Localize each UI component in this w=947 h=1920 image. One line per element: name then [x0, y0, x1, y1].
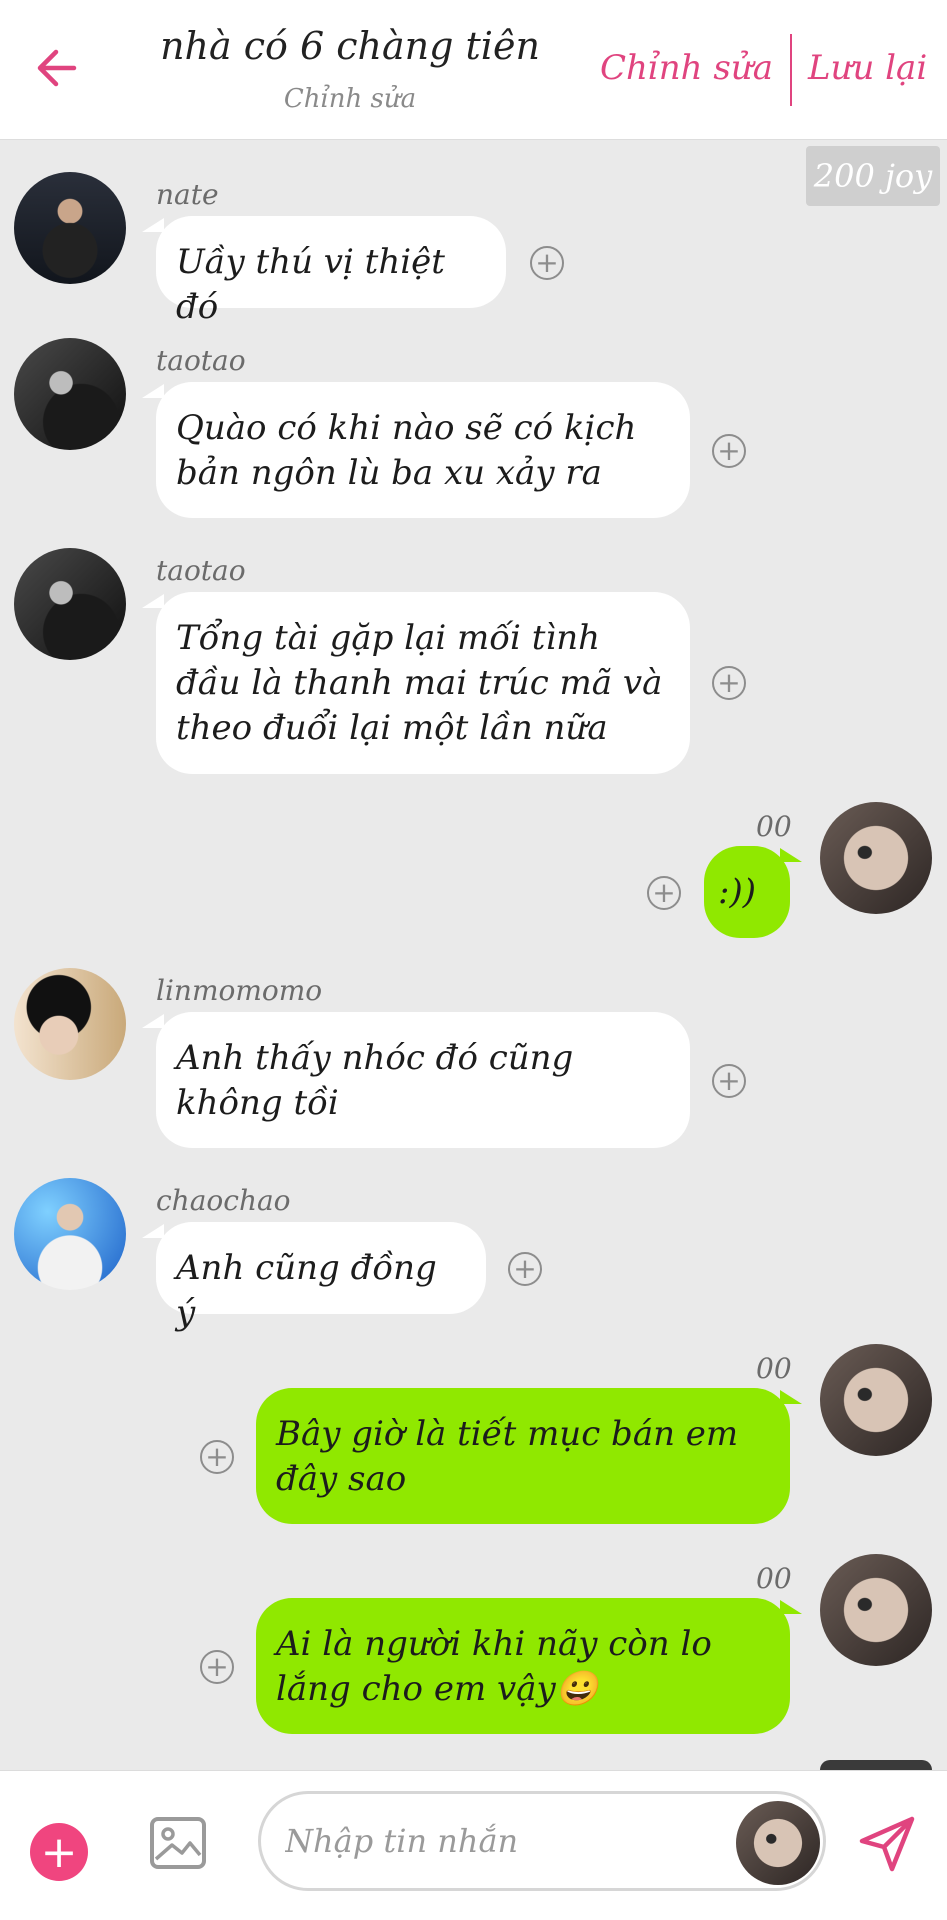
save-button[interactable]: Lưu lại: [808, 48, 927, 88]
joy-badge: 200 joy: [806, 146, 940, 206]
message-bubble[interactable]: Tổng tài gặp lại mối tình đầu là thanh m…: [156, 592, 690, 774]
sender-name: taotao: [156, 344, 246, 377]
chat-header: nhà có 6 chàng tiên Chỉnh sửa Chỉnh sửa …: [0, 0, 947, 140]
add-attachment-button[interactable]: +: [30, 1823, 88, 1881]
avatar-linmomomo[interactable]: [14, 968, 126, 1080]
add-reaction-button[interactable]: +: [712, 1064, 746, 1098]
avatar-self[interactable]: [820, 1344, 932, 1456]
image-button[interactable]: [148, 1813, 208, 1873]
chat-subtitle: Chỉnh sửa: [283, 84, 417, 114]
send-button[interactable]: [856, 1813, 918, 1875]
sender-name: chaochao: [156, 1184, 291, 1217]
image-icon: [150, 1817, 206, 1869]
add-reaction-button[interactable]: +: [712, 434, 746, 468]
message-bubble[interactable]: Ai là người khi nãy còn lo lắng cho em v…: [256, 1598, 790, 1734]
message-bubble[interactable]: :)): [704, 846, 790, 938]
message-bubble[interactable]: Anh thấy nhóc đó cũng không tồi: [156, 1012, 690, 1148]
avatar-self[interactable]: [820, 802, 932, 914]
sender-name: nate: [156, 178, 219, 211]
message-bubble[interactable]: Anh cũng đồng ý: [156, 1222, 486, 1333]
sender-name: taotao: [156, 554, 246, 587]
message-bubble[interactable]: Uầy thú vị thiệt đó: [156, 216, 506, 327]
avatar-self[interactable]: [820, 1554, 932, 1666]
sender-name: linmomomo: [156, 974, 323, 1007]
sender-name: 00: [756, 1352, 792, 1385]
header-divider: [790, 34, 792, 106]
bubble-tail: [780, 1600, 802, 1614]
add-circle-icon: +: [40, 1826, 78, 1878]
sender-name: 00: [756, 810, 792, 843]
avatar-self: [820, 1760, 932, 1770]
message-bubble[interactable]: Quào có khi nào sẽ có kịch bản ngôn lù b…: [156, 382, 690, 518]
avatar-nate[interactable]: [14, 172, 126, 284]
avatar-chaochao[interactable]: [14, 1178, 126, 1290]
add-reaction-button[interactable]: +: [200, 1440, 234, 1474]
chat-title: nhà có 6 chàng tiên: [160, 24, 540, 68]
add-reaction-button[interactable]: +: [200, 1650, 234, 1684]
add-reaction-button[interactable]: +: [647, 876, 681, 910]
bubble-tail: [780, 848, 802, 862]
add-reaction-button[interactable]: +: [508, 1252, 542, 1286]
avatar-taotao[interactable]: [14, 548, 126, 660]
bubble-tail: [142, 218, 164, 232]
add-reaction-button[interactable]: +: [712, 666, 746, 700]
bubble-tail: [142, 594, 164, 608]
sticker-avatar[interactable]: [736, 1801, 820, 1885]
add-reaction-button[interactable]: +: [530, 246, 564, 280]
edit-button[interactable]: Chỉnh sửa: [600, 48, 773, 88]
composer-bar: +: [0, 1770, 947, 1920]
message-bubble[interactable]: Bây giờ là tiết mục bán em đây sao: [256, 1388, 790, 1524]
bubble-tail: [142, 1224, 164, 1238]
bubble-tail: [142, 1014, 164, 1028]
bubble-tail: [142, 384, 164, 398]
sender-name: 00: [756, 1562, 792, 1595]
bubble-tail: [780, 1390, 802, 1404]
avatar-taotao[interactable]: [14, 338, 126, 450]
send-icon: [859, 1816, 915, 1872]
back-arrow-icon: [37, 49, 77, 87]
back-button[interactable]: [28, 40, 84, 96]
